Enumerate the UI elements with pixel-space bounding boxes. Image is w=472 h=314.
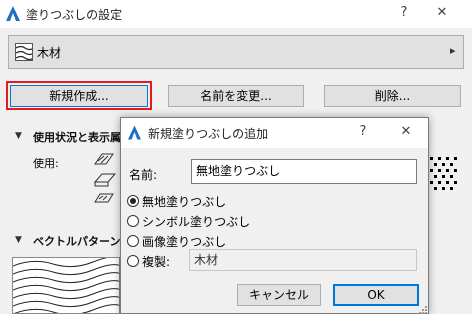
radio-duplicate-label[interactable]: 複製: [142, 253, 170, 270]
dialog-app-icon [128, 125, 141, 140]
vector-pattern-preview [12, 257, 120, 314]
cancel-button[interactable]: キャンセル [237, 284, 321, 306]
name-label: 名前: [129, 168, 158, 182]
collapse-arrow-icon[interactable]: ▼ [15, 131, 22, 141]
radio-solid-fill[interactable] [127, 195, 139, 207]
radio-image-fill-label[interactable]: 画像塗りつぶし [142, 233, 226, 250]
chevron-right-icon: ▸ [450, 44, 456, 57]
radio-symbol-fill[interactable] [127, 215, 139, 227]
new-fill-dialog: 新規塗りつぶしの追加 ? ✕ 名前: 無地塗りつぶし 無地塗りつぶし シンボル塗… [120, 117, 429, 314]
delete-button[interactable]: 削除... [324, 85, 461, 107]
fill-selector[interactable]: 木材 ▸ [8, 35, 464, 69]
window-title: 塗りつぶしの設定 [26, 8, 123, 22]
rename-button[interactable]: 名前を変更... [168, 85, 304, 107]
close-button[interactable]: ✕ [433, 5, 451, 23]
usage-section-header[interactable]: 使用状況と表示属 [33, 129, 121, 145]
fill-name: 木材 [37, 46, 62, 60]
radio-symbol-fill-label[interactable]: シンボル塗りつぶし [142, 213, 250, 230]
vector-section-header[interactable]: ベクトルパターンを [33, 233, 131, 249]
resize-grip-icon[interactable] [418, 303, 428, 314]
usage-label: 使用: [33, 157, 59, 170]
dialog-title: 新規塗りつぶしの追加 [148, 127, 269, 141]
ok-button[interactable]: OK [333, 284, 419, 306]
help-button[interactable]: ? [396, 5, 412, 23]
new-button[interactable]: 新規作成... [10, 85, 148, 107]
dialog-help-button[interactable]: ? [355, 124, 371, 142]
dialog-close-button[interactable]: ✕ [397, 124, 415, 142]
name-input[interactable]: 無地塗りつぶし [191, 159, 417, 184]
usage-icons [93, 152, 117, 208]
radio-solid-fill-label[interactable]: 無地塗りつぶし [142, 193, 226, 210]
pattern-preview-dots [428, 155, 458, 195]
app-icon [6, 6, 20, 21]
radio-duplicate[interactable] [127, 255, 139, 267]
wood-pattern-icon [15, 43, 33, 61]
duplicate-source-field: 木材 [189, 249, 417, 271]
collapse-arrow-icon-2[interactable]: ▼ [15, 235, 22, 245]
radio-image-fill[interactable] [127, 235, 139, 247]
